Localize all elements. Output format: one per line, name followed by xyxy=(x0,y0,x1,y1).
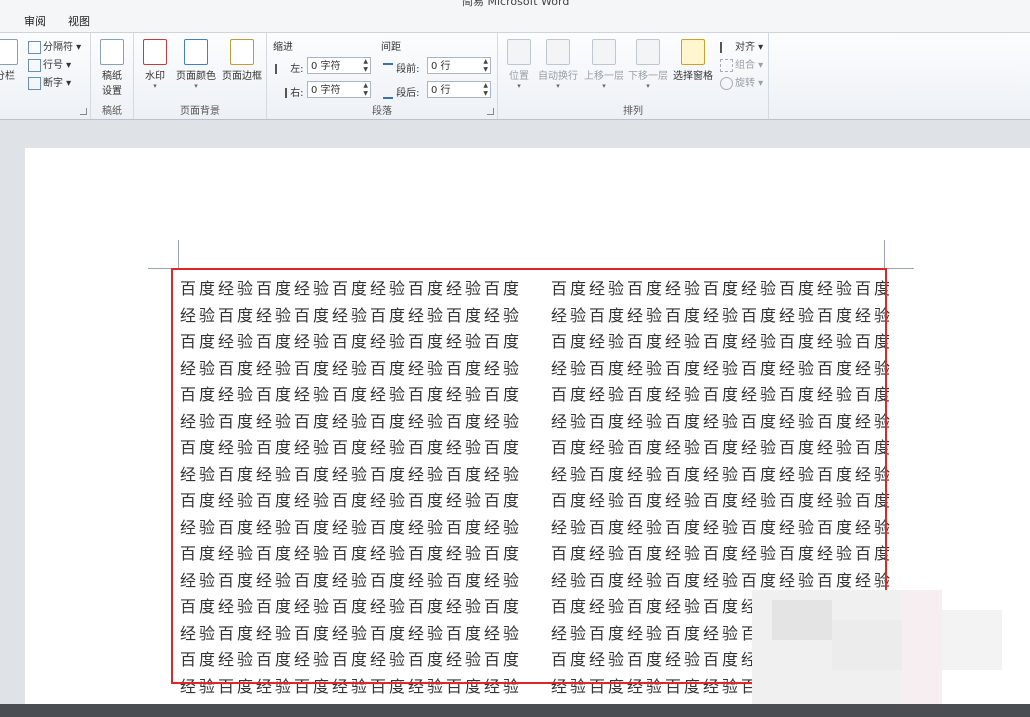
window-title: 简易 Microsoft Word xyxy=(462,0,570,8)
hyphenation-button[interactable]: 断字 ▾ xyxy=(28,74,71,90)
page-setup-launcher-icon[interactable] xyxy=(80,108,87,115)
status-bar xyxy=(0,704,1030,717)
page-borders-button[interactable]: 页面边框 xyxy=(220,39,264,82)
title-bar: 简易 Microsoft Word xyxy=(0,0,1030,8)
page-borders-icon xyxy=(230,39,254,65)
line-numbers-icon xyxy=(28,58,41,72)
page-setup-group: 分栏 分隔符 ▾ 行号 ▾ 断字 ▾ xyxy=(0,33,91,119)
wrap-text-button[interactable]: 自动换行 ▾ xyxy=(536,39,580,90)
align-button[interactable]: 对齐 ▾ xyxy=(720,38,763,53)
blurred-region xyxy=(902,590,942,704)
watermark-button[interactable]: 水印 ▾ xyxy=(140,39,170,90)
indent-right-label: 右: xyxy=(275,84,304,99)
group-objects-button[interactable]: 组合 ▾ xyxy=(720,56,763,72)
paragraph-group-label: 段落 xyxy=(372,106,392,117)
spacing-after-input[interactable]: 0 行 ▲ ▼ xyxy=(427,81,491,98)
tab-view[interactable]: 视图 xyxy=(68,13,90,29)
spacing-after-icon xyxy=(383,87,393,99)
tab-review[interactable]: 审阅 xyxy=(24,13,46,29)
spinner-arrows-icon[interactable]: ▲ ▼ xyxy=(363,58,368,74)
spacing-before-label: 段前: xyxy=(383,60,420,75)
indent-left-icon xyxy=(275,64,287,74)
page-color-button[interactable]: 页面颜色 ▾ xyxy=(174,39,218,90)
ribbon-tabs: 审阅 视图 xyxy=(0,8,1030,33)
rotate-button[interactable]: 旋转 ▾ xyxy=(720,74,763,90)
line-numbers-button[interactable]: 行号 ▾ xyxy=(28,56,71,72)
spinner-arrows-icon[interactable]: ▲ ▼ xyxy=(363,82,368,98)
hyphenation-icon xyxy=(28,76,41,90)
indent-right-icon xyxy=(275,88,287,98)
group-icon xyxy=(720,58,733,72)
bring-forward-icon xyxy=(592,39,616,65)
spinner-arrows-icon[interactable]: ▲ ▼ xyxy=(483,58,488,74)
manuscript-settings-button[interactable]: 稿纸 设置 xyxy=(99,39,125,97)
crop-mark xyxy=(884,268,914,269)
send-backward-icon xyxy=(636,39,660,65)
columns-icon xyxy=(0,39,18,65)
indent-left-input[interactable]: 0 字符 ▲ ▼ xyxy=(307,57,371,74)
blurred-region xyxy=(832,620,902,670)
arrange-group-label: 排列 xyxy=(623,106,643,117)
spacing-before-icon xyxy=(383,63,393,75)
indent-left-label: 左: xyxy=(275,60,304,75)
paragraph-group: 缩进 间距 左: 0 字符 ▲ ▼ 右: 0 字符 ▲ ▼ 段前: 0 行 ▲ ▼ 段后: … xyxy=(267,33,498,119)
position-button[interactable]: 位置 ▾ xyxy=(504,39,534,90)
bring-forward-button[interactable]: 上移一层 ▾ xyxy=(582,39,626,90)
columns-button[interactable]: 分栏 xyxy=(0,39,18,82)
blurred-region xyxy=(942,610,1002,670)
blurred-region xyxy=(772,600,832,640)
page-background-group: 水印 ▾ 页面颜色 ▾ 页面边框 页面背景 xyxy=(134,33,267,119)
spacing-after-label: 段后: xyxy=(383,84,420,99)
align-icon xyxy=(720,41,733,53)
manuscript-group-label: 稿纸 xyxy=(102,106,122,117)
arrange-group: 位置 ▾ 自动换行 ▾ 上移一层 ▾ 下移一层 ▾ 选择窗格 对齐 ▾ 组合 ▾ xyxy=(498,33,769,119)
ribbon: 分栏 分隔符 ▾ 行号 ▾ 断字 ▾ 稿纸 设置 稿纸 水印 ▾ 页面颜色 xyxy=(0,33,1030,120)
spinner-arrows-icon[interactable]: ▲ ▼ xyxy=(483,82,488,98)
watermark-icon xyxy=(143,39,167,65)
crop-mark xyxy=(884,240,885,269)
breaks-icon xyxy=(28,40,41,54)
send-backward-button[interactable]: 下移一层 ▾ xyxy=(626,39,670,90)
breaks-button[interactable]: 分隔符 ▾ xyxy=(28,38,81,54)
rotate-icon xyxy=(720,76,733,90)
crop-mark xyxy=(178,240,179,269)
paragraph-launcher-icon[interactable] xyxy=(487,108,494,115)
indent-header: 缩进 xyxy=(273,42,293,53)
selection-pane-icon xyxy=(681,39,705,65)
page-color-icon xyxy=(184,39,208,65)
wrap-text-icon xyxy=(546,39,570,65)
page-background-group-label: 页面背景 xyxy=(180,106,220,117)
selection-pane-button[interactable]: 选择窗格 xyxy=(670,39,716,82)
position-icon xyxy=(507,39,531,65)
spacing-header: 间距 xyxy=(381,42,401,53)
spacing-before-input[interactable]: 0 行 ▲ ▼ xyxy=(427,57,491,74)
manuscript-paper-icon xyxy=(100,39,124,65)
manuscript-group: 稿纸 设置 稿纸 xyxy=(91,33,134,119)
indent-right-input[interactable]: 0 字符 ▲ ▼ xyxy=(307,81,371,98)
